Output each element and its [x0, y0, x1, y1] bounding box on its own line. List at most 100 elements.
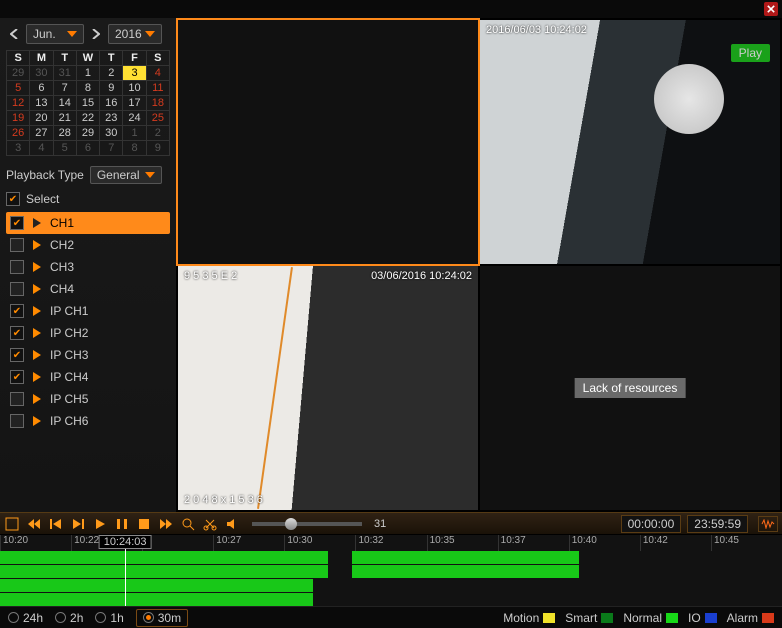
select-all-checkbox[interactable]: [6, 192, 20, 206]
channel-checkbox[interactable]: [10, 370, 24, 384]
calendar-day[interactable]: 15: [76, 96, 99, 111]
timeline-segment[interactable]: [352, 551, 579, 564]
channel-checkbox[interactable]: [10, 238, 24, 252]
timeline-segment[interactable]: [352, 565, 579, 578]
calendar-day[interactable]: 27: [30, 126, 53, 141]
fullscreen-button[interactable]: [4, 516, 20, 532]
calendar-day[interactable]: 30: [100, 126, 123, 141]
calendar-day[interactable]: 25: [146, 111, 169, 126]
channel-item[interactable]: IP CH4: [6, 366, 170, 388]
calendar-day[interactable]: 1: [123, 126, 146, 141]
zoom-option[interactable]: 30m: [136, 609, 188, 627]
timeline-segment[interactable]: [0, 593, 313, 606]
step-back-button[interactable]: [48, 516, 64, 532]
channel-item[interactable]: CH3: [6, 256, 170, 278]
channel-item[interactable]: CH4: [6, 278, 170, 300]
channel-checkbox[interactable]: [10, 216, 24, 230]
zoom-option[interactable]: 24h: [8, 609, 43, 627]
calendar-day[interactable]: 13: [30, 96, 53, 111]
rewind-button[interactable]: [26, 516, 42, 532]
calendar-day[interactable]: 12: [7, 96, 30, 111]
calendar-day[interactable]: 26: [7, 126, 30, 141]
zoom-button[interactable]: [180, 516, 196, 532]
calendar-day[interactable]: 28: [53, 126, 76, 141]
video-pane-1[interactable]: [178, 20, 478, 264]
video-pane-2[interactable]: 2016/06/03 10:24:02 Play: [480, 20, 780, 264]
channel-checkbox[interactable]: [10, 392, 24, 406]
calendar-day[interactable]: 10: [123, 81, 146, 96]
next-month-button[interactable]: [88, 24, 104, 44]
calendar-day[interactable]: 18: [146, 96, 169, 111]
calendar-day[interactable]: 20: [30, 111, 53, 126]
snip-button[interactable]: [202, 516, 218, 532]
radio-icon: [95, 612, 106, 623]
close-button[interactable]: [764, 2, 778, 16]
calendar-day[interactable]: 17: [123, 96, 146, 111]
calendar-day[interactable]: 11: [146, 81, 169, 96]
calendar-day[interactable]: 1: [76, 66, 99, 81]
zoom-option[interactable]: 2h: [55, 609, 83, 627]
waveform-icon[interactable]: [758, 516, 778, 532]
channel-checkbox[interactable]: [10, 348, 24, 362]
calendar-day[interactable]: 22: [76, 111, 99, 126]
timeline-segment[interactable]: [0, 565, 328, 578]
calendar-day[interactable]: 7: [100, 141, 123, 156]
calendar-day[interactable]: 29: [76, 126, 99, 141]
calendar-day[interactable]: 4: [30, 141, 53, 156]
calendar-day[interactable]: 4: [146, 66, 169, 81]
calendar-day[interactable]: 6: [76, 141, 99, 156]
zoom-option[interactable]: 1h: [95, 609, 123, 627]
channel-item[interactable]: CH2: [6, 234, 170, 256]
volume-slider[interactable]: [252, 522, 362, 526]
channel-checkbox[interactable]: [10, 304, 24, 318]
month-select[interactable]: Jun.: [26, 24, 84, 44]
prev-month-button[interactable]: [6, 24, 22, 44]
video-pane-3[interactable]: 9 5 3 5 E 2 03/06/2016 10:24:02 2 0 4 8 …: [178, 266, 478, 510]
calendar-day[interactable]: 5: [7, 81, 30, 96]
calendar-day[interactable]: 3: [7, 141, 30, 156]
calendar-day[interactable]: 8: [123, 141, 146, 156]
channel-item[interactable]: IP CH3: [6, 344, 170, 366]
calendar-day[interactable]: 19: [7, 111, 30, 126]
calendar-day[interactable]: 3: [123, 66, 146, 81]
calendar-day[interactable]: 9: [100, 81, 123, 96]
calendar-day[interactable]: 30: [30, 66, 53, 81]
channel-checkbox[interactable]: [10, 414, 24, 428]
slider-knob[interactable]: [285, 518, 297, 530]
timeline-segment[interactable]: [0, 579, 313, 592]
playback-type-select[interactable]: General: [90, 166, 162, 184]
calendar-day[interactable]: 21: [53, 111, 76, 126]
channel-checkbox[interactable]: [10, 282, 24, 296]
channel-item[interactable]: IP CH2: [6, 322, 170, 344]
pause-button[interactable]: [114, 516, 130, 532]
year-select[interactable]: 2016: [108, 24, 162, 44]
channel-item[interactable]: IP CH6: [6, 410, 170, 432]
calendar-day[interactable]: 14: [53, 96, 76, 111]
calendar-day[interactable]: 6: [30, 81, 53, 96]
channel-checkbox[interactable]: [10, 326, 24, 340]
calendar-day[interactable]: 7: [53, 81, 76, 96]
channel-checkbox[interactable]: [10, 260, 24, 274]
timeline-segment[interactable]: [0, 551, 328, 564]
calendar-day[interactable]: 31: [53, 66, 76, 81]
channel-item[interactable]: IP CH1: [6, 300, 170, 322]
calendar-day[interactable]: 5: [53, 141, 76, 156]
channel-item[interactable]: CH1: [6, 212, 170, 234]
calendar-day[interactable]: 29: [7, 66, 30, 81]
calendar-day[interactable]: 24: [123, 111, 146, 126]
calendar-day[interactable]: 2: [146, 126, 169, 141]
calendar-day[interactable]: 23: [100, 111, 123, 126]
timeline[interactable]: 10:2010:2210:2710:3010:3210:3510:3710:40…: [0, 534, 782, 606]
video-pane-4[interactable]: Lack of resources: [480, 266, 780, 510]
calendar-day[interactable]: 8: [76, 81, 99, 96]
play-button[interactable]: [92, 516, 108, 532]
mute-button[interactable]: [224, 516, 240, 532]
fast-fwd-button[interactable]: [158, 516, 174, 532]
step-fwd-button[interactable]: [70, 516, 86, 532]
calendar-day[interactable]: 16: [100, 96, 123, 111]
calendar-day[interactable]: 9: [146, 141, 169, 156]
channel-item[interactable]: IP CH5: [6, 388, 170, 410]
play-button[interactable]: Play: [731, 44, 770, 62]
calendar-day[interactable]: 2: [100, 66, 123, 81]
stop-button[interactable]: [136, 516, 152, 532]
